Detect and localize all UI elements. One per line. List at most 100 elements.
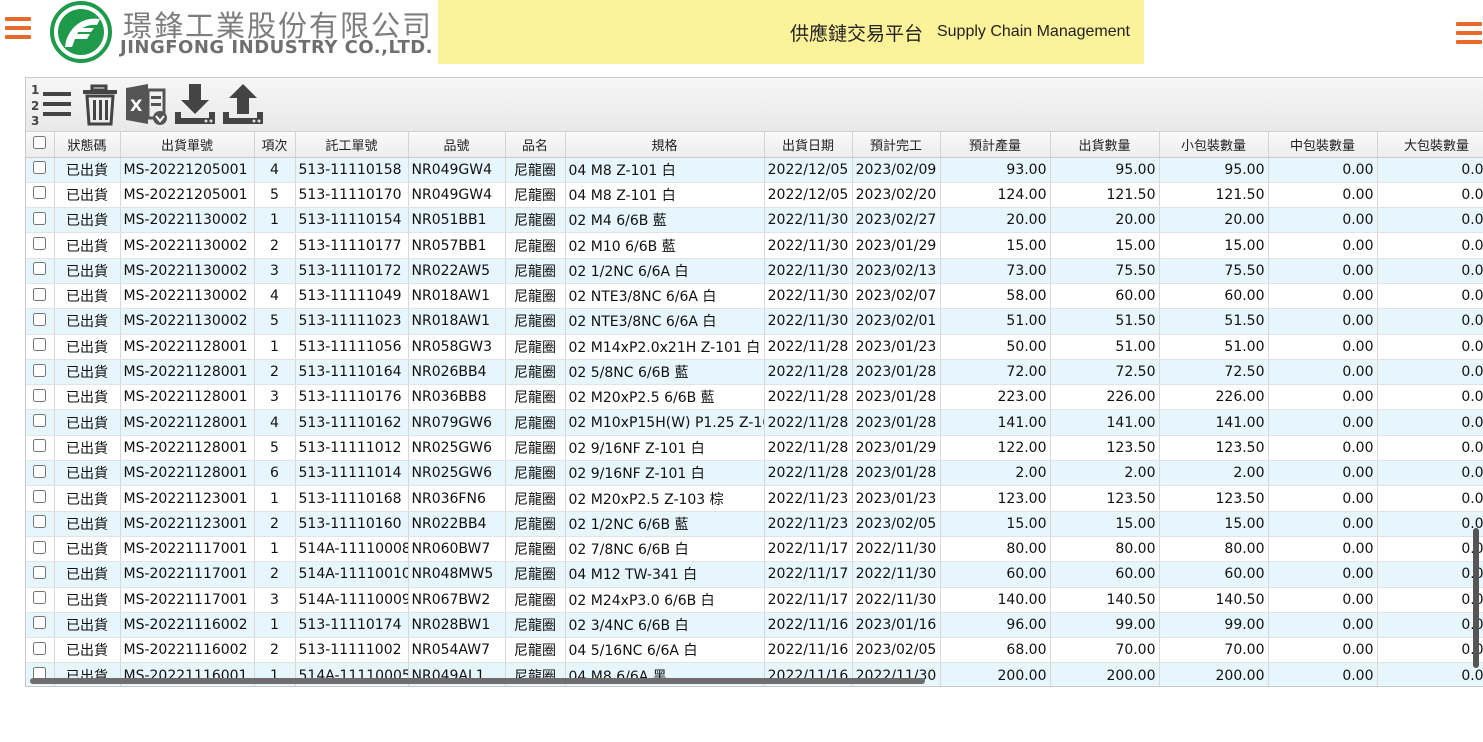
part-no-cell: NR018AW1 <box>408 308 506 335</box>
table-row[interactable]: 已出貨 MS-20221128001 6 513-11111014 NR025GW6 尼龍… <box>26 460 1483 487</box>
spec-cell: 02 9/16NF Z-101 白 <box>565 435 765 462</box>
work-order-cell: 513-11111023 <box>295 308 409 335</box>
row-select-cell <box>26 182 55 209</box>
table-row[interactable]: 已出貨 MS-20221128001 1 513-11111056 NR058GW3 尼龍… <box>26 334 1483 360</box>
table-row[interactable]: 已出貨 MS-20221117001 3 514A-11110009 NR067BW2 尼… <box>26 587 1483 613</box>
small-pack-cell: 51.50 <box>1159 308 1269 335</box>
vertical-scrollbar[interactable] <box>1473 528 1479 668</box>
row-checkbox[interactable] <box>33 616 47 630</box>
row-checkbox[interactable] <box>33 388 47 402</box>
row-checkbox[interactable] <box>33 565 47 579</box>
row-checkbox[interactable] <box>33 262 47 276</box>
column-header[interactable]: 出貨日期 <box>764 132 853 158</box>
row-checkbox[interactable] <box>33 490 47 503</box>
row-checkbox[interactable] <box>33 211 47 225</box>
table-row[interactable]: 已出貨 MS-20221117001 1 514A-11110008 NR060BW7 尼… <box>26 536 1483 563</box>
table-row[interactable]: 已出貨 MS-20221128001 5 513-11111012 NR025GW6 尼龍… <box>26 435 1483 462</box>
part-no-cell: NR060BW7 <box>408 536 506 563</box>
ship-date-cell: 2022/12/05 <box>764 182 853 209</box>
row-checkbox[interactable] <box>33 540 47 554</box>
shipment-no-cell: MS-20221128001 <box>120 409 255 436</box>
est-complete-cell: 2023/02/09 <box>852 157 941 183</box>
menu-right-icon[interactable] <box>1456 22 1482 49</box>
small-pack-cell: 60.00 <box>1159 283 1269 310</box>
download-icon[interactable] <box>173 82 217 126</box>
table-row[interactable]: 已出貨 MS-20221123001 1 513-11110168 NR036FN6 尼龍… <box>26 485 1483 512</box>
column-header[interactable]: 規格 <box>565 132 765 158</box>
row-checkbox[interactable] <box>33 312 47 326</box>
row-checkbox[interactable] <box>33 641 47 655</box>
column-header[interactable]: 中包裝數量 <box>1268 132 1378 158</box>
est-qty-cell: 50.00 <box>940 334 1051 360</box>
table-row[interactable]: 已出貨 MS-20221205001 5 513-11110170 NR049GW4 尼龍… <box>26 182 1483 209</box>
ship-date-cell: 2022/11/16 <box>764 612 853 639</box>
row-select-cell <box>26 359 55 386</box>
row-checkbox[interactable] <box>33 186 47 200</box>
medium-pack-cell: 0.00 <box>1268 662 1378 686</box>
column-header[interactable]: 預計完工 <box>852 132 941 158</box>
column-header[interactable]: 狀態碼 <box>54 132 121 158</box>
small-pack-cell: 200.00 <box>1159 662 1269 686</box>
small-pack-cell: 121.50 <box>1159 182 1269 209</box>
part-name-cell: 尼龍圈 <box>505 182 566 209</box>
column-header[interactable]: 出貨單號 <box>120 132 255 158</box>
row-checkbox[interactable] <box>33 439 47 453</box>
column-header[interactable]: 出貨數量 <box>1050 132 1160 158</box>
spec-cell: 04 5/16NC 6/6A 白 <box>565 637 765 664</box>
table-row[interactable]: 已出貨 MS-20221128001 3 513-11110176 NR036BB8 尼龍… <box>26 384 1483 411</box>
large-pack-cell: 0.00 <box>1377 283 1483 310</box>
ship-date-cell: 2022/11/30 <box>764 283 853 310</box>
excel-export-icon[interactable]: X <box>124 82 168 126</box>
item-no-cell: 4 <box>254 283 296 310</box>
part-no-cell: NR022AW5 <box>408 258 506 284</box>
work-order-cell: 513-11111012 <box>295 435 409 462</box>
jingfong-logo-icon <box>50 1 112 63</box>
table-row[interactable]: 已出貨 MS-20221128001 4 513-11110162 NR079GW6 尼龍… <box>26 409 1483 436</box>
est-qty-cell: 72.00 <box>940 359 1051 386</box>
column-header[interactable]: 大包裝數量 <box>1377 132 1483 158</box>
table-row[interactable]: 已出貨 MS-20221123001 2 513-11110160 NR022BB4 尼龍… <box>26 511 1483 537</box>
column-header[interactable]: 小包裝數量 <box>1159 132 1269 158</box>
upload-icon[interactable] <box>221 82 265 126</box>
table-row[interactable]: 已出貨 MS-20221130002 5 513-11111023 NR018AW1 尼龍… <box>26 308 1483 335</box>
trash-icon[interactable] <box>79 82 123 126</box>
table-row[interactable]: 已出貨 MS-20221117001 2 514A-11110010 NR048MW5 尼… <box>26 561 1483 588</box>
item-no-cell: 2 <box>254 359 296 386</box>
row-checkbox[interactable] <box>33 414 47 428</box>
table-row[interactable]: 已出貨 MS-20221130002 2 513-11110177 NR057BB1 尼龍… <box>26 232 1483 259</box>
column-header[interactable]: 品名 <box>505 132 566 158</box>
row-checkbox[interactable] <box>33 515 47 529</box>
numbered-list-icon[interactable]: 1 2 3 <box>29 82 73 126</box>
est-complete-cell: 2023/02/01 <box>852 308 941 335</box>
row-checkbox[interactable] <box>33 237 47 251</box>
est-qty-cell: 123.00 <box>940 485 1051 512</box>
banner-title-zh: 供應鏈交易平台 <box>789 22 923 45</box>
table-row[interactable]: 已出貨 MS-20221128001 2 513-11110164 NR026BB4 尼龍… <box>26 359 1483 386</box>
menu-left-icon[interactable] <box>5 17 31 44</box>
est-qty-cell: 15.00 <box>940 511 1051 537</box>
table-row[interactable]: 已出貨 MS-20221116002 2 513-11111002 NR054AW7 尼龍… <box>26 637 1483 664</box>
table-row[interactable]: 已出貨 MS-20221205001 4 513-11110158 NR049GW4 尼龍… <box>26 157 1483 183</box>
column-header[interactable]: 託工單號 <box>295 132 409 158</box>
select-all-checkbox[interactable] <box>33 135 47 149</box>
item-no-cell: 2 <box>254 561 296 588</box>
horizontal-scrollbar[interactable] <box>30 678 925 684</box>
table-row[interactable]: 已出貨 MS-20221130002 1 513-11110154 NR051BB1 尼龍… <box>26 207 1483 234</box>
column-header[interactable]: 項次 <box>254 132 296 158</box>
table-row[interactable]: 已出貨 MS-20221130002 4 513-11111049 NR018AW1 尼龍… <box>26 283 1483 310</box>
row-checkbox[interactable] <box>33 591 47 605</box>
row-checkbox[interactable] <box>33 287 47 301</box>
row-select-cell <box>26 258 55 284</box>
item-no-cell: 2 <box>254 637 296 664</box>
column-header[interactable]: 預計產量 <box>940 132 1051 158</box>
ship-date-cell: 2022/11/28 <box>764 359 853 386</box>
row-checkbox[interactable] <box>33 338 47 352</box>
table-row[interactable]: 已出貨 MS-20221116002 1 513-11110174 NR028BW1 尼龍… <box>26 612 1483 639</box>
table-row[interactable]: 已出貨 MS-20221130002 3 513-11110172 NR022AW5 尼龍… <box>26 258 1483 284</box>
row-select-cell <box>26 460 55 487</box>
row-checkbox[interactable] <box>33 161 47 175</box>
column-header[interactable]: 品號 <box>408 132 506 158</box>
ship-date-cell: 2022/11/30 <box>764 258 853 284</box>
row-checkbox[interactable] <box>33 363 47 377</box>
row-checkbox[interactable] <box>33 464 47 478</box>
